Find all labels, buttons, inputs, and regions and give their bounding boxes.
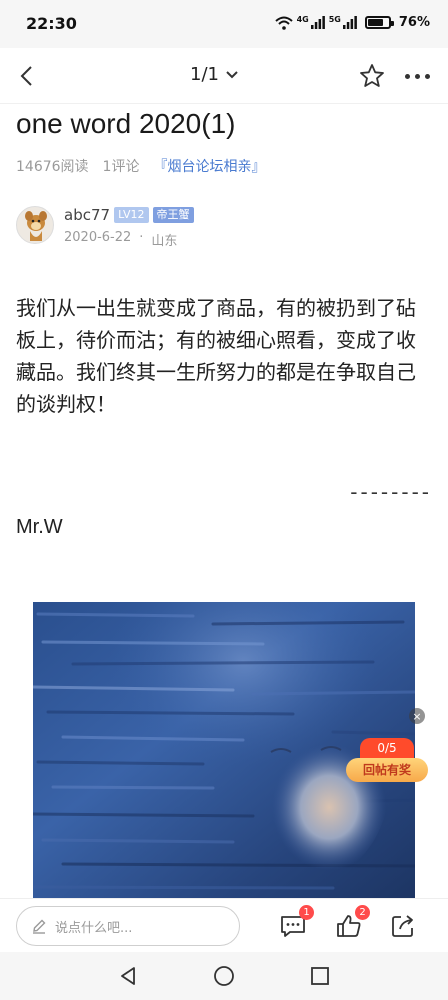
post-date-location: 2020-6-22 · 山东	[64, 230, 177, 249]
back-arrow-icon	[20, 66, 32, 86]
system-back-button[interactable]	[116, 964, 140, 988]
favorite-button[interactable]	[356, 60, 388, 92]
avatar-cartoon-icon	[25, 211, 47, 241]
author-info: abc77 LV12 帝王蟹	[64, 206, 194, 224]
more-dot-icon	[404, 73, 410, 79]
triangle-back-icon	[121, 967, 135, 985]
signal-icon	[342, 16, 357, 29]
top-nav: 1/1	[0, 48, 448, 104]
comment-badge: 1	[299, 905, 314, 920]
system-home-button[interactable]	[212, 964, 236, 988]
reward-progress: 0/5	[360, 738, 414, 758]
share-icon	[392, 915, 413, 937]
chevron-down-icon	[226, 70, 238, 78]
comment-count[interactable]: 1评论	[103, 156, 140, 176]
back-button[interactable]	[10, 60, 42, 92]
battery-level-fill	[367, 19, 384, 26]
square-recents-icon	[311, 967, 329, 985]
bottom-action-bar: 说点什么吧... 1 2	[0, 898, 448, 952]
page-indicator: 1/1	[190, 64, 219, 85]
comment-input[interactable]: 说点什么吧...	[16, 906, 240, 946]
pencil-icon	[33, 919, 46, 934]
post-signature: Mr.W	[16, 516, 63, 538]
post-location: 山东	[151, 234, 178, 249]
post-meta: 14676阅读 1评论 『烟台论坛相亲』	[16, 156, 265, 176]
comments-button[interactable]: 1	[276, 905, 314, 943]
like-button[interactable]: 2	[332, 905, 370, 943]
star-icon	[360, 64, 384, 87]
more-button[interactable]	[400, 60, 434, 92]
system-recents-button[interactable]	[308, 964, 332, 988]
text-divider: --------	[350, 480, 432, 504]
more-dot-icon	[414, 73, 420, 79]
page-selector[interactable]: 1/1	[190, 64, 239, 85]
circle-home-icon	[214, 966, 234, 986]
status-indicators: 4G 5G 76%	[274, 15, 430, 30]
system-nav-bar	[0, 952, 448, 1000]
network-5g-label: 5G	[328, 15, 341, 24]
avatar[interactable]	[16, 206, 54, 244]
battery-icon	[364, 16, 394, 29]
reward-label: 回帖有奖	[346, 758, 428, 782]
post-body: 我们从一出生就变成了商品，有的被扔到了砧板上，待价而沽；有的被细心照看，变成了收…	[16, 296, 416, 416]
like-badge: 2	[355, 905, 370, 920]
level-badge: LV12	[114, 207, 149, 223]
author-name[interactable]: abc77	[64, 206, 110, 224]
comment-placeholder: 说点什么吧...	[55, 920, 133, 936]
close-icon[interactable]: ×	[409, 708, 425, 724]
separator-dot: ·	[139, 230, 144, 245]
view-count: 14676阅读	[16, 159, 89, 175]
battery-percent: 76%	[398, 15, 430, 30]
network-4g-label: 4G	[296, 15, 309, 24]
status-time: 22:30	[26, 14, 77, 33]
share-button[interactable]	[386, 909, 420, 943]
forum-link[interactable]: 『烟台论坛相亲』	[153, 156, 265, 176]
status-bar: 22:30 4G 5G 76%	[0, 0, 448, 48]
more-dot-icon	[424, 73, 430, 79]
rank-badge: 帝王蟹	[152, 207, 194, 223]
post-title: one word 2020(1)	[16, 108, 236, 139]
wifi-icon	[274, 16, 293, 30]
reply-reward-widget[interactable]: 0/5 回帖有奖	[346, 738, 428, 782]
post-date: 2020-6-22	[64, 230, 132, 245]
signal-icon	[310, 16, 325, 29]
